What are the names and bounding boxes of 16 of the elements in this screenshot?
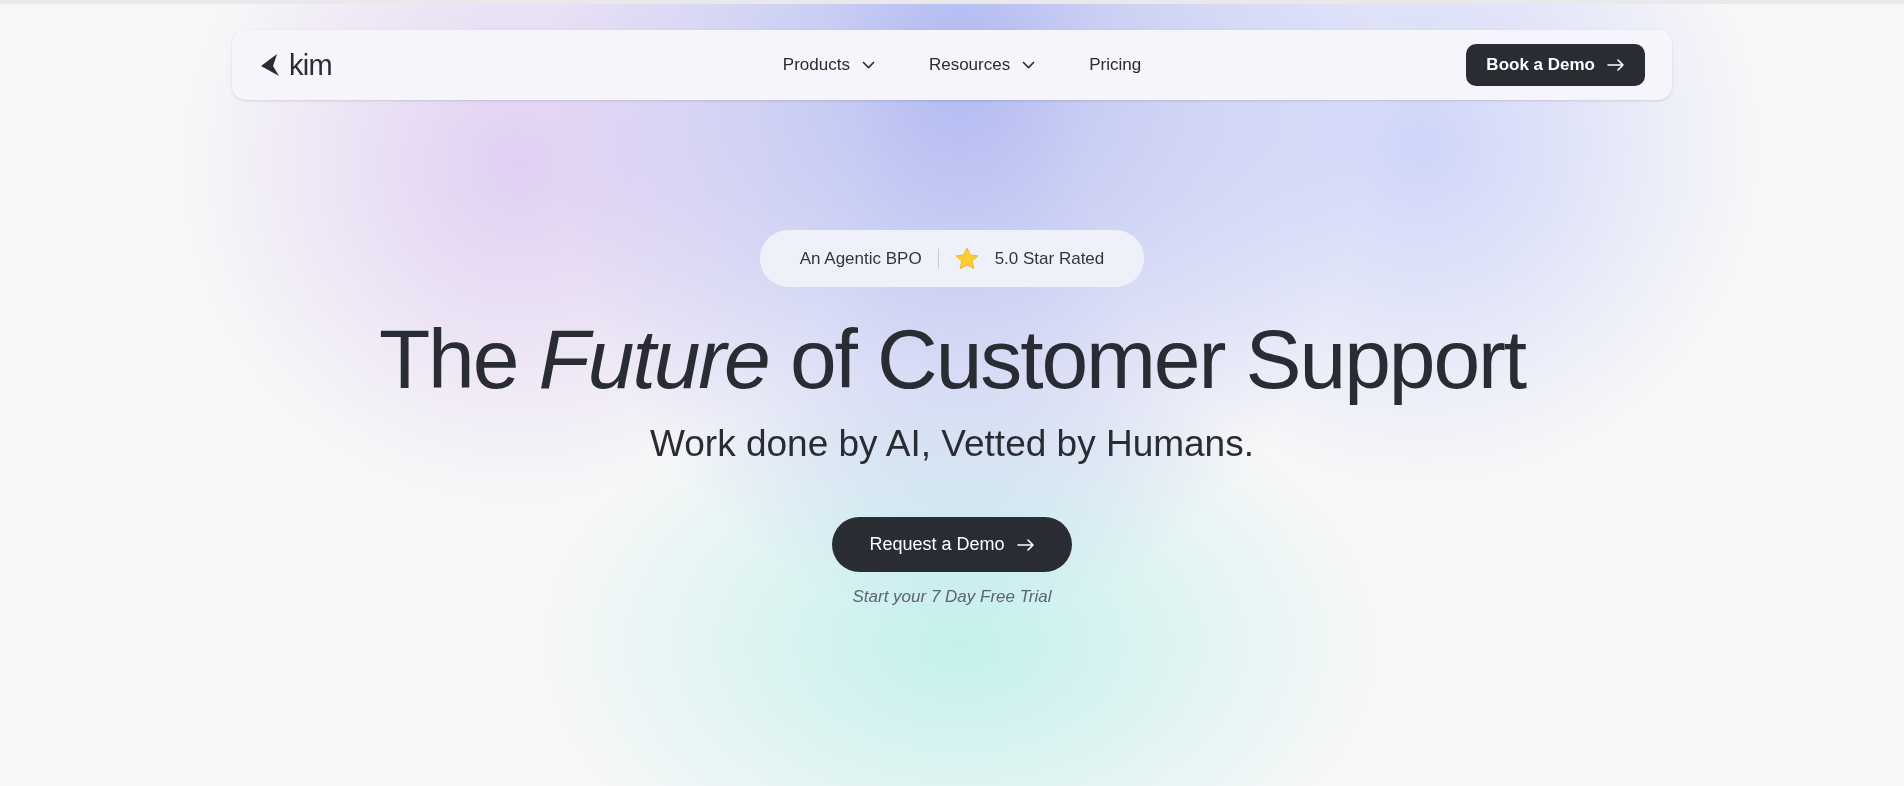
hero-headline: The Future of Customer Support — [378, 311, 1526, 408]
trial-note: Start your 7 Day Free Trial — [852, 586, 1052, 608]
book-demo-button[interactable]: Book a Demo — [1466, 44, 1645, 86]
nav-link[interactable]: Resources — [928, 52, 1036, 78]
chevron-down-icon — [861, 61, 875, 69]
arrow-icon — [1016, 538, 1035, 551]
badge-text: 5.0 Star Rated — [994, 247, 1105, 270]
nav-link[interactable]: Products — [782, 52, 875, 78]
logo-text: kim — [289, 50, 332, 80]
nav-link[interactable]: Pricing — [1089, 52, 1142, 78]
request-demo-button[interactable]: Request a Demo — [832, 517, 1072, 572]
hero-subtitle: Work done by AI, Vetted by Humans. — [650, 422, 1254, 466]
star-icon — [954, 247, 979, 270]
chevron-down-icon — [1022, 61, 1036, 69]
arrow-icon — [1607, 59, 1625, 71]
badge-text: An Agentic BPO — [799, 247, 922, 270]
